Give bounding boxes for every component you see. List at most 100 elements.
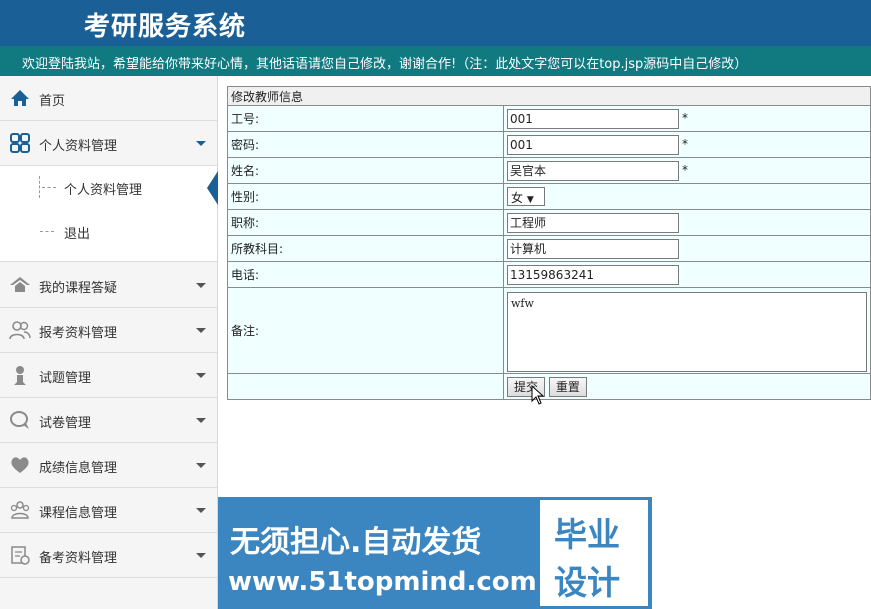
- sidebar-item-label: 我的课程答疑: [39, 281, 118, 296]
- watermark-slogan: 无须担心.自动发货: [230, 525, 482, 560]
- submenu-item-label: 退出: [64, 227, 91, 242]
- heart-icon: [11, 457, 29, 473]
- reset-button[interactable]: 重置: [548, 376, 587, 397]
- field-cell: 女 ▼: [503, 183, 871, 210]
- sidebar-item-scores[interactable]: 成绩信息管理: [0, 443, 217, 488]
- chat-icon: [10, 411, 29, 429]
- sidebar-item-home[interactable]: 首页: [0, 76, 217, 121]
- form-row-beizhu: 备注: wfw: [227, 287, 871, 374]
- form-table: 修改教师信息 工号: * 密码: * 姓名: * 性别: 女 ▼ 职称: 所教科…: [227, 86, 871, 400]
- field-cell: [503, 235, 871, 262]
- chevron-down-icon: [196, 283, 206, 288]
- sidebar-item-course-qa[interactable]: 我的课程答疑: [0, 263, 217, 308]
- watermark-overlay: 无须担心.自动发货 www.51topmind.com 毕业 设计: [218, 497, 652, 609]
- field-cell: [503, 261, 871, 288]
- required-mark: *: [682, 137, 688, 151]
- title-input[interactable]: [507, 212, 679, 233]
- phone-input[interactable]: [507, 264, 679, 285]
- form-row-actions: 提交 重置: [227, 373, 871, 400]
- gender-select[interactable]: 女 ▼: [507, 187, 545, 206]
- sidebar-item-questions[interactable]: 试题管理: [0, 353, 217, 398]
- name-input[interactable]: [507, 160, 679, 181]
- document-icon: [11, 546, 30, 565]
- app-header: 考研服务系统: [0, 0, 871, 46]
- welcome-text: 欢迎登陆我站，希望能给你带来好心情，其他话语请您自己修改，谢谢合作!（注：此处文…: [22, 57, 748, 72]
- subject-input[interactable]: [507, 238, 679, 259]
- form-row-kemu: 所教科目:: [227, 235, 871, 262]
- welcome-banner: 欢迎登陆我站，希望能给你带来好心情，其他话语请您自己修改，谢谢合作!（注：此处文…: [0, 46, 871, 76]
- active-indicator: [207, 171, 218, 205]
- gender-value: 女: [511, 191, 524, 205]
- sidebar-item-prep-materials[interactable]: 备考资料管理: [0, 533, 217, 578]
- sidebar-item-label: 试卷管理: [39, 416, 92, 431]
- form-row-dianhua: 电话:: [227, 261, 871, 288]
- remarks-textarea[interactable]: wfw: [507, 291, 867, 372]
- sidebar-item-exam-materials[interactable]: 报考资料管理: [0, 308, 217, 353]
- tree-line: [42, 187, 56, 188]
- form-row-gonghao: 工号: *: [227, 105, 871, 132]
- required-mark: *: [682, 111, 688, 125]
- chevron-down-icon: [196, 328, 206, 333]
- sidebar-item-profile[interactable]: 个人资料管理: [0, 121, 217, 166]
- app-title: 考研服务系统: [84, 12, 247, 42]
- home-icon: [11, 90, 29, 106]
- house-icon: [10, 277, 30, 292]
- form-row-xingbie: 性别: 女 ▼: [227, 183, 871, 210]
- sidebar-item-label: 成绩信息管理: [39, 461, 118, 476]
- field-label: 职称:: [227, 209, 504, 236]
- form-caption-row: 修改教师信息: [227, 86, 871, 106]
- teacher-edit-form: 修改教师信息 工号: * 密码: * 姓名: * 性别: 女 ▼ 职称: 所教科…: [227, 86, 871, 400]
- tree-line: [39, 176, 40, 198]
- users-icon: [9, 321, 31, 340]
- field-cell: *: [503, 157, 871, 184]
- field-label: 姓名:: [227, 157, 504, 184]
- field-label: 工号:: [227, 105, 504, 132]
- watermark-badge-line1: 毕业: [554, 515, 620, 554]
- sidebar: 首页 个人资料管理 个人资料管理 退出 我的课程答疑 报考资料管理 试题管理 试…: [0, 76, 218, 609]
- password-input[interactable]: [507, 134, 679, 155]
- field-label: 密码:: [227, 131, 504, 158]
- sidebar-item-courses[interactable]: 课程信息管理: [0, 488, 217, 533]
- sidebar-item-label: 报考资料管理: [39, 326, 118, 341]
- watermark-url: www.51topmind.com: [228, 567, 537, 597]
- form-caption: 修改教师信息: [227, 86, 871, 106]
- sidebar-item-label: 个人资料管理: [39, 139, 118, 154]
- watermark-badge-line2: 设计: [554, 563, 620, 602]
- chevron-down-icon: [196, 553, 206, 558]
- tree-line: [40, 231, 54, 232]
- watermark-badge: 毕业 设计: [540, 500, 648, 606]
- employee-id-input[interactable]: [507, 108, 679, 129]
- sidebar-item-label: 课程信息管理: [39, 506, 118, 521]
- chevron-down-icon: [196, 463, 206, 468]
- form-row-xingming: 姓名: *: [227, 157, 871, 184]
- sidebar-item-label: 备考资料管理: [39, 551, 118, 566]
- user-icon: [14, 366, 26, 385]
- actions-cell: 提交 重置: [503, 373, 871, 400]
- form-row-mima: 密码: *: [227, 131, 871, 158]
- submenu: 个人资料管理 退出: [0, 166, 218, 262]
- sidebar-item-label: 试题管理: [39, 371, 92, 386]
- dropdown-arrow-icon: ▼: [526, 195, 534, 205]
- chevron-down-icon: [196, 418, 206, 423]
- submenu-item-logout[interactable]: 退出: [0, 210, 217, 254]
- empty-cell: [227, 373, 504, 400]
- field-cell: *: [503, 105, 871, 132]
- field-label: 电话:: [227, 261, 504, 288]
- mouse-cursor-icon: [531, 385, 545, 405]
- form-row-zhicheng: 职称:: [227, 209, 871, 236]
- group-icon: [10, 501, 30, 519]
- field-label: 所教科目:: [227, 235, 504, 262]
- field-cell: [503, 209, 871, 236]
- field-label: 性别:: [227, 183, 504, 210]
- required-mark: *: [682, 163, 688, 177]
- submenu-item-profile[interactable]: 个人资料管理: [0, 166, 218, 210]
- grid-icon: [10, 133, 30, 153]
- chevron-down-icon: [196, 141, 206, 146]
- chevron-down-icon: [196, 508, 206, 513]
- sidebar-item-label: 首页: [39, 94, 66, 109]
- field-cell: *: [503, 131, 871, 158]
- submenu-item-label: 个人资料管理: [64, 183, 143, 198]
- chevron-down-icon: [196, 373, 206, 378]
- sidebar-item-papers[interactable]: 试卷管理: [0, 398, 217, 443]
- field-label: 备注:: [227, 287, 504, 374]
